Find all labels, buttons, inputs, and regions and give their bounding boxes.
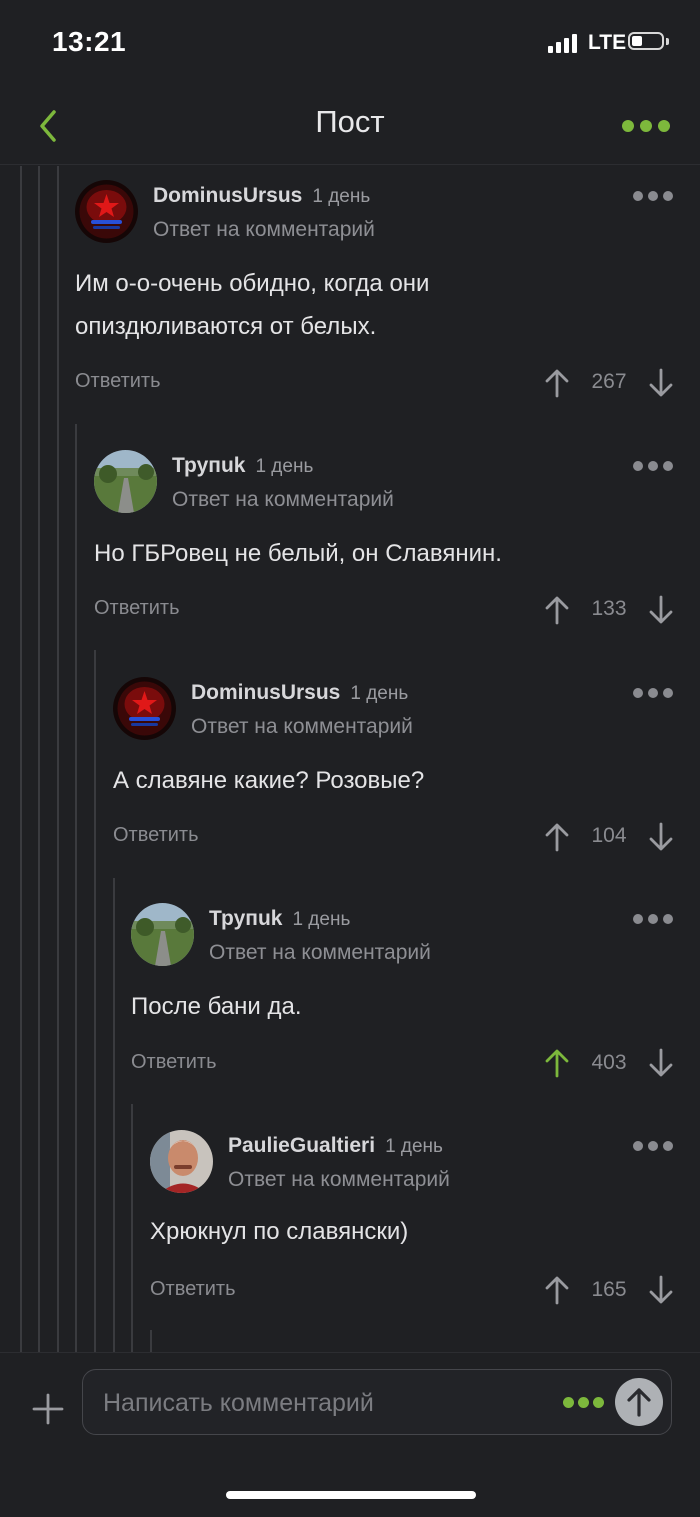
comment-score: 267: [591, 370, 627, 393]
comment-time: 1 день: [312, 186, 371, 207]
downvote-icon[interactable]: [648, 595, 674, 625]
battery-icon: [628, 32, 669, 52]
comment-time: 1 день: [255, 456, 314, 477]
avatar[interactable]: [113, 677, 176, 740]
reply-button[interactable]: Ответить: [150, 1278, 236, 1301]
comment-subtitle[interactable]: Ответ на комментарий: [172, 488, 394, 512]
upvote-icon[interactable]: [544, 822, 570, 852]
comment-more-icon[interactable]: [633, 687, 673, 701]
downvote-icon[interactable]: [648, 368, 674, 398]
comment: PaulieGualtieri 1 день Ответ на комментар…: [150, 1130, 675, 1310]
thread-line: [20, 166, 22, 1352]
comment-text: После бани да.: [131, 993, 302, 1020]
thread-line: [38, 166, 40, 1352]
reply-button[interactable]: Ответить: [131, 1051, 217, 1074]
thread-line: [75, 424, 77, 1352]
downvote-icon[interactable]: [648, 1275, 674, 1305]
reply-button[interactable]: Ответить: [94, 597, 180, 620]
comment-author[interactable]: Трупuk 1 день: [172, 454, 313, 478]
thread-line: [113, 878, 115, 1352]
status-bar: 13:21 LTE: [0, 0, 700, 88]
send-button[interactable]: [615, 1378, 663, 1426]
avatar[interactable]: [75, 180, 138, 243]
comment: DominusUrsus 1 день Ответ на комментарий …: [75, 180, 675, 410]
signal-icon: [548, 33, 582, 53]
comment-score: 133: [591, 597, 627, 620]
comment-score: 104: [591, 824, 627, 847]
comment-author[interactable]: Трупuk 1 день: [209, 907, 350, 931]
upvote-icon[interactable]: [544, 1275, 570, 1305]
upvote-icon[interactable]: [544, 368, 570, 398]
comment-author[interactable]: PaulieGualtieri 1 день: [228, 1134, 443, 1158]
reply-button[interactable]: Ответить: [113, 824, 199, 847]
comment: DominusUrsus 1 день Ответ на комментарий …: [113, 677, 675, 857]
comment-text: Им о-о-очень обидно, когда они опиздюлива…: [75, 270, 430, 340]
comment-input-wrapper: [82, 1369, 672, 1435]
comment-text: А славяне какие? Розовые?: [113, 767, 425, 794]
page-title: Пост: [315, 104, 385, 139]
more-dots-icon[interactable]: [618, 114, 672, 138]
plus-icon[interactable]: [30, 1391, 66, 1427]
nav-bar: Пост: [0, 88, 700, 165]
avatar[interactable]: [94, 450, 157, 513]
thread-line: [150, 1330, 152, 1352]
comment-subtitle[interactable]: Ответ на комментарий: [153, 218, 375, 242]
avatar[interactable]: [131, 903, 194, 966]
downvote-icon[interactable]: [648, 822, 674, 852]
comment: Трупuk 1 день Ответ на комментарий Но ГБР…: [94, 450, 675, 630]
comment-subtitle[interactable]: Ответ на комментарий: [191, 715, 413, 739]
comment-author[interactable]: DominusUrsus 1 день: [153, 184, 370, 208]
thread-line: [94, 650, 96, 1352]
more-dots-icon[interactable]: [563, 1397, 605, 1409]
reply-button[interactable]: Ответить: [75, 370, 161, 393]
network-label: LTE: [588, 31, 627, 54]
arrow-up-icon: [627, 1388, 651, 1417]
comment-more-icon[interactable]: [633, 1140, 673, 1154]
comment-more-icon[interactable]: [633, 190, 673, 204]
status-time: 13:21: [52, 26, 127, 57]
comment-time: 1 день: [350, 683, 409, 704]
comment-score: 165: [591, 1278, 627, 1301]
comment-time: 1 день: [385, 1136, 443, 1157]
comment-more-icon[interactable]: [633, 913, 673, 927]
comment-input[interactable]: [101, 1380, 545, 1426]
avatar[interactable]: [150, 1130, 213, 1193]
comment-subtitle[interactable]: Ответ на комментарий: [209, 941, 431, 965]
upvote-icon[interactable]: [544, 595, 570, 625]
comment-text: Но ГБРовец не белый, он Славянин.: [94, 540, 502, 567]
comment-author[interactable]: DominusUrsus 1 день: [191, 681, 408, 705]
comment: Трупuk 1 день Ответ на комментарий После …: [131, 903, 675, 1083]
upvote-icon[interactable]: [544, 1048, 570, 1078]
comment-more-icon[interactable]: [633, 460, 673, 474]
thread-line: [57, 166, 59, 1352]
comment-text: Хрюкнул по славянски): [150, 1218, 409, 1245]
comment-subtitle[interactable]: Ответ на комментарий: [228, 1168, 450, 1192]
thread-line: [131, 1104, 133, 1352]
comment-score: 403: [591, 1051, 627, 1074]
downvote-icon[interactable]: [648, 1048, 674, 1078]
comment-time: 1 день: [292, 909, 351, 930]
home-indicator: [226, 1491, 476, 1499]
